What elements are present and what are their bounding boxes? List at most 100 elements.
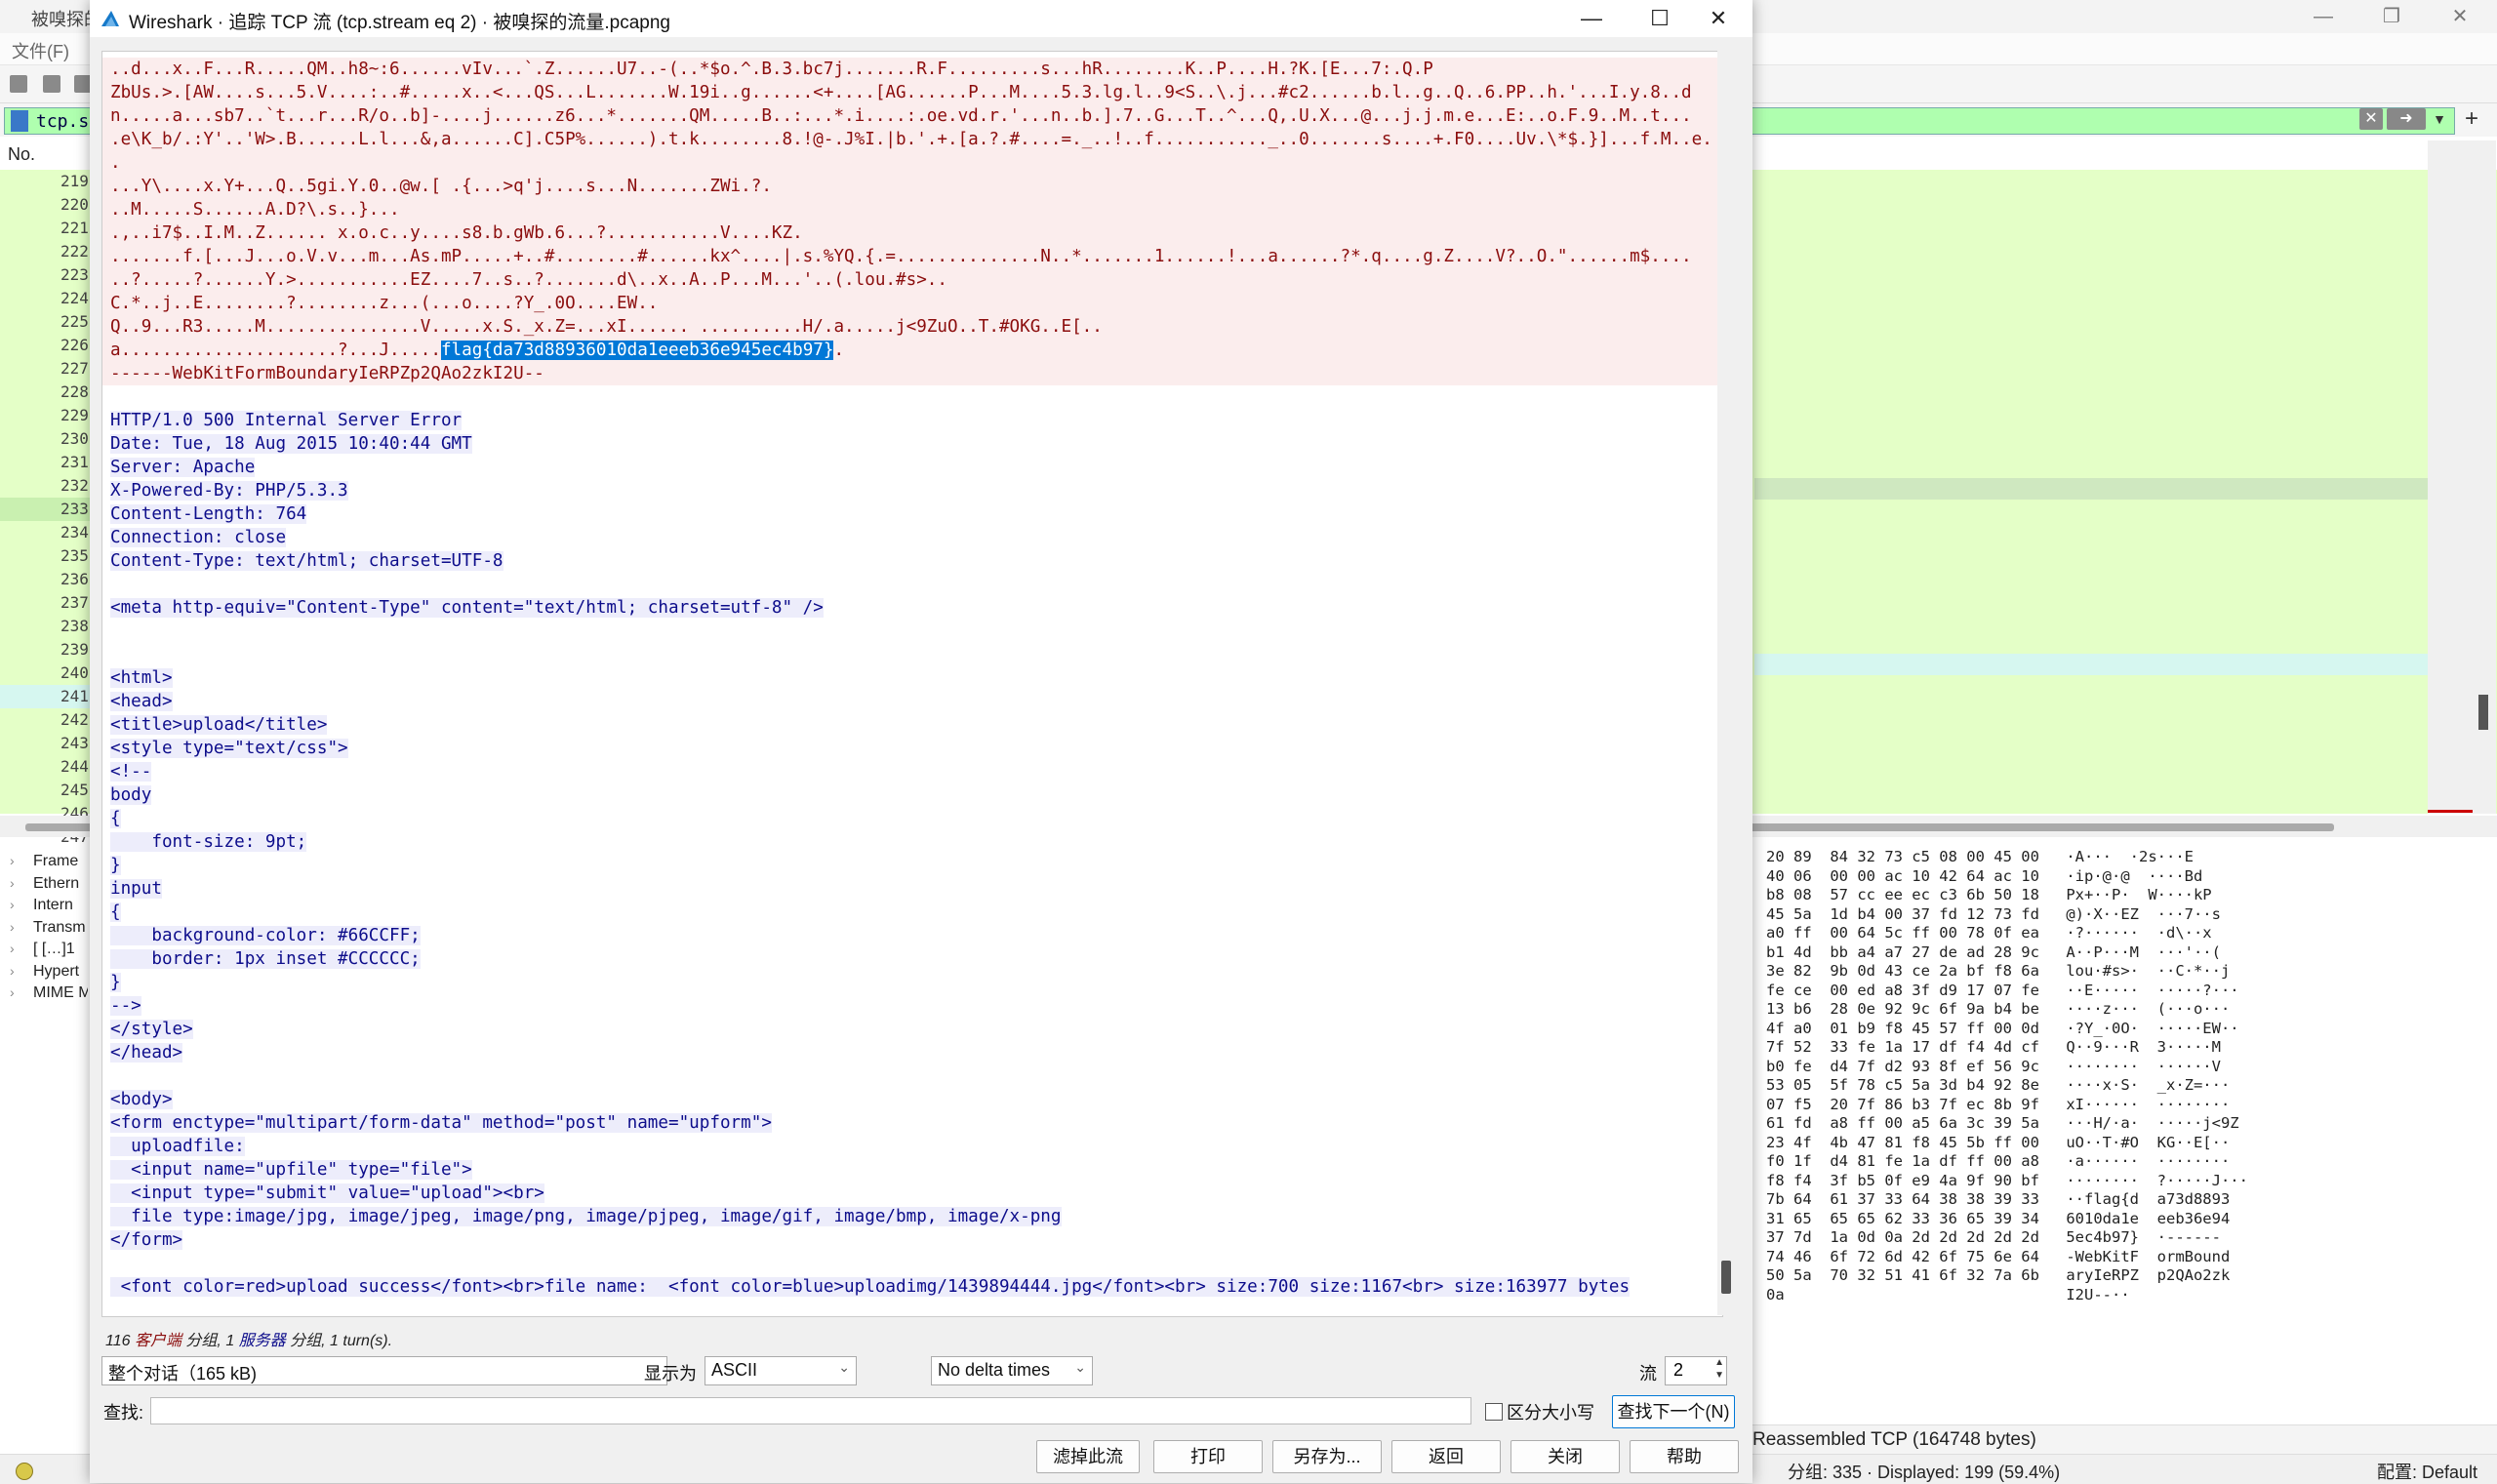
dialog-minimize-button[interactable]: — [1557,0,1626,37]
server-text: <!-- [110,762,152,782]
packet-details-pane[interactable]: › Frame › Ethern › Intern › Transm › [ […]1 › Hyper… [0,843,91,1428]
chevron-down-icon[interactable]: ▼ [2430,108,2449,130]
packet-row[interactable]: 235 [0,544,90,568]
packet-row[interactable]: 232 [0,474,90,498]
chevron-right-icon[interactable]: › [10,941,15,956]
spin-down-icon[interactable]: ▼ [1714,1370,1724,1381]
details-row[interactable]: › Transm [0,917,90,939]
packet-row[interactable]: 243 [0,732,90,755]
delta-times-select[interactable]: No delta times ⌄ [931,1356,1093,1385]
chevron-right-icon[interactable]: › [10,853,15,868]
client-data-line: ..M.....S......A.D?\.s..}... [102,198,1718,221]
close-button[interactable]: 关闭 [1510,1440,1620,1473]
packet-row[interactable]: 223 [0,263,90,287]
packet-row[interactable]: 242 [0,708,90,732]
packet-row[interactable]: 239 [0,638,90,662]
ascii-row: ·?······ ·d\··x [2057,924,2212,942]
help-button[interactable]: 帮助 [1630,1440,1739,1473]
clear-filter-icon[interactable]: ✕ [2359,108,2383,130]
server-data-line: uploadfile: [102,1135,1718,1158]
stream-scrollbar-thumb[interactable] [1721,1261,1731,1294]
packet-number: 241 [60,687,89,705]
ascii-row: I2U--·· [2057,1285,2130,1304]
packet-number: 226 [60,336,89,354]
packet-row[interactable]: 227 [0,357,90,381]
column-no[interactable]: No. [8,144,35,165]
packet-row[interactable]: 225 [0,310,90,334]
packet-row[interactable]: 236 [0,568,90,591]
status-profile[interactable]: 配置: Default [2377,1459,2477,1484]
packet-row[interactable]: 240 [0,662,90,685]
flag-text-selected[interactable]: flag{da73d88936010da1eeeb36e945ec4b97} [440,341,834,360]
packet-row[interactable]: 230 [0,427,90,451]
packet-row[interactable]: 226 [0,334,90,357]
ascii-row: ··E····· ·····?··· [2057,981,2239,999]
stream-scrollbar[interactable] [1717,51,1735,1315]
details-row[interactable]: › MIME M [0,983,90,1004]
client-data-line: ZbUs.>.[AW....s...5.V....:..#.....x..<..… [102,81,1718,104]
details-row[interactable]: › [ […]1 [0,939,90,960]
menu-file[interactable]: 文件(F) [12,38,69,63]
reassembled-tab[interactable]: Reassembled TCP (164748 bytes) [1752,1429,2036,1451]
main-close-button[interactable]: ✕ [2426,0,2494,33]
chevron-right-icon[interactable]: › [10,919,15,935]
chevron-right-icon[interactable]: › [10,963,15,979]
client-data-line: .,..i7$..I.M..Z...... x.o.c..y....s8.b.g… [102,221,1718,245]
main-maximize-button[interactable]: ❐ [2357,0,2426,33]
packet-row[interactable]: 222 [0,240,90,263]
packet-row[interactable]: 233 [0,498,90,521]
packet-row[interactable]: 244 [0,755,90,779]
case-sensitive-checkbox[interactable] [1485,1403,1503,1421]
packet-row[interactable]: 241 [0,685,90,708]
chevron-right-icon[interactable]: › [10,897,15,912]
packet-list-scrollbar[interactable] [2428,140,2496,814]
stop-icon[interactable] [43,75,60,93]
save-as-button[interactable]: 另存为... [1272,1440,1382,1473]
conversation-select[interactable]: 整个对话（165 kB) ⌄ [101,1356,667,1385]
apply-filter-icon[interactable]: ➜ [2387,108,2426,130]
chevron-right-icon[interactable]: › [10,875,15,891]
server-text: </style> [110,1020,193,1039]
chevron-right-icon[interactable]: › [10,984,15,1000]
packet-number: 240 [60,663,89,682]
expert-info-icon[interactable] [16,1463,33,1480]
details-row[interactable]: › Hypert [0,961,90,983]
dialog-close-button[interactable]: ✕ [1684,0,1752,37]
packet-row[interactable]: 237 [0,591,90,615]
filter-out-button[interactable]: 滤掉此流 [1036,1440,1140,1473]
packet-row[interactable]: 245 [0,779,90,802]
server-data-line [102,643,1718,666]
details-label: Ethern [33,874,80,892]
back-button[interactable]: 返回 [1391,1440,1501,1473]
packet-row[interactable]: 220 [0,193,90,217]
plus-icon[interactable]: + [2457,105,2486,133]
packet-bytes-pane[interactable]: 20 89 84 32 73 c5 08 00 45 00 40 06 00 00… [1752,843,2497,1428]
details-row[interactable]: › Frame [0,851,90,872]
details-row[interactable]: › Ethern [0,873,90,895]
find-next-button[interactable]: 查找下一个(N) [1612,1395,1735,1428]
spin-up-icon[interactable]: ▲ [1714,1357,1724,1368]
show-as-select[interactable]: ASCII ⌄ [705,1356,857,1385]
server-data-line: <style type="text/css"> [102,737,1718,760]
packet-row[interactable]: 224 [0,287,90,310]
packet-row[interactable]: 234 [0,521,90,544]
main-minimize-button[interactable]: — [2289,0,2357,33]
packet-row[interactable]: 221 [0,217,90,240]
scrollbar-thumb[interactable] [2478,695,2488,730]
print-button[interactable]: 打印 [1153,1440,1263,1473]
stream-number-spinbox[interactable]: 2 ▲ ▼ [1665,1356,1727,1385]
bookmark-icon[interactable] [11,110,28,132]
packet-row[interactable]: 219 [0,170,90,193]
packet-row[interactable]: 228 [0,381,90,404]
packet-row[interactable]: 238 [0,615,90,638]
hex-row: 50 5a 70 32 51 41 6f 32 7a 6b [1766,1266,2039,1284]
details-row[interactable]: › Intern [0,895,90,916]
shark-fin-icon[interactable] [10,75,27,93]
packet-row[interactable]: 231 [0,451,90,474]
server-data-line: Date: Tue, 18 Aug 2015 10:40:44 GMT [102,432,1718,456]
packet-row[interactable]: 229 [0,404,90,427]
find-input[interactable] [150,1397,1471,1424]
stream-content[interactable]: ..d...x..F...R.....QM..h8~:6......vIv...… [101,51,1723,1317]
server-text: <form enctype="multipart/form-data" meth… [110,1113,772,1133]
packet-number: 233 [60,500,89,518]
